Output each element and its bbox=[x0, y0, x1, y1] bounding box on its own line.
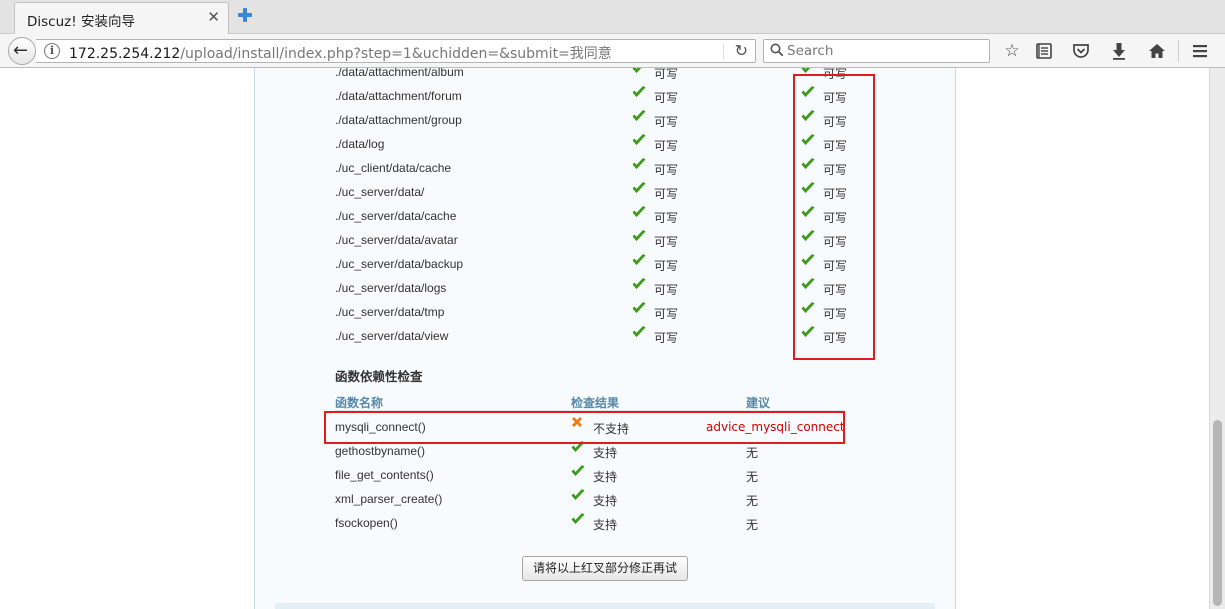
function-advice: 无 bbox=[746, 494, 759, 508]
function-advice: 无 bbox=[746, 470, 759, 484]
tab-strip: Discuz! 安装向导 ✕ bbox=[0, 0, 1225, 34]
dir-path: ./uc_client/data/cache bbox=[335, 161, 452, 175]
url-bar[interactable]: i 172.25.254.212/upload/install/index.ph… bbox=[36, 39, 756, 63]
pocket-icon[interactable] bbox=[1071, 41, 1091, 61]
check-icon bbox=[632, 254, 646, 266]
dir-current-state: 可写 bbox=[654, 91, 679, 105]
info-icon[interactable]: i bbox=[44, 43, 60, 59]
url-path: /upload/install/index.php?step=1&uchidde… bbox=[180, 46, 612, 62]
url-host: 172.25.254.212 bbox=[69, 46, 181, 62]
menu-icon[interactable] bbox=[1190, 41, 1210, 61]
check-icon bbox=[632, 86, 646, 98]
dir-path: ./uc_server/data/backup bbox=[335, 257, 464, 271]
check-icon bbox=[571, 489, 585, 501]
dir-path: ./data/attachment/forum bbox=[335, 89, 462, 103]
check-icon bbox=[632, 326, 646, 338]
reading-list-icon[interactable] bbox=[1034, 41, 1054, 61]
dir-current-state: 可写 bbox=[654, 283, 679, 297]
vertical-scrollbar[interactable] bbox=[1209, 68, 1225, 609]
dir-current-state: 可写 bbox=[654, 68, 679, 81]
new-tab-icon[interactable] bbox=[236, 6, 254, 24]
function-name: gethostbyname() bbox=[335, 444, 426, 458]
retry-button[interactable]: 请将以上红叉部分修正再试 bbox=[522, 556, 688, 581]
function-result: 支持 bbox=[593, 470, 618, 484]
function-row: file_get_contents() 支持 无 bbox=[255, 463, 955, 487]
bookmark-star-icon[interactable]: ☆ bbox=[1002, 41, 1022, 61]
scrollbar-thumb[interactable] bbox=[1213, 420, 1222, 606]
back-arrow-icon: ← bbox=[13, 40, 29, 61]
function-row: fsockopen() 支持 无 bbox=[255, 511, 955, 535]
home-icon[interactable] bbox=[1147, 41, 1167, 61]
check-icon bbox=[632, 302, 646, 314]
dir-path: ./uc_server/data/cache bbox=[335, 209, 457, 223]
failed-row-highlight bbox=[324, 411, 845, 444]
check-icon bbox=[632, 182, 646, 194]
function-name: fsockopen() bbox=[335, 516, 398, 530]
function-advice: 无 bbox=[746, 446, 759, 460]
tab-close-icon[interactable]: ✕ bbox=[207, 8, 220, 26]
dir-current-state: 可写 bbox=[654, 331, 679, 345]
tab-title: Discuz! 安装向导 bbox=[27, 14, 135, 30]
function-name: xml_parser_create() bbox=[335, 492, 443, 506]
header-function-name: 函数名称 bbox=[335, 396, 384, 410]
dir-current-state: 可写 bbox=[654, 259, 679, 273]
dir-path: ./uc_server/data/tmp bbox=[335, 305, 445, 319]
function-check-title: 函数依赖性检查 bbox=[335, 369, 423, 384]
navigation-bar: ← i 172.25.254.212/upload/install/index.… bbox=[0, 34, 1225, 68]
tab-discuz-install[interactable]: Discuz! 安装向导 ✕ bbox=[14, 2, 229, 34]
dir-path: ./uc_server/data/avatar bbox=[335, 233, 458, 247]
reload-icon[interactable]: ↻ bbox=[735, 41, 748, 60]
back-button[interactable]: ← bbox=[8, 37, 36, 65]
check-icon bbox=[632, 158, 646, 170]
toolbar-divider bbox=[1178, 40, 1179, 62]
dir-current-state: 可写 bbox=[654, 115, 679, 129]
browser-window: Discuz! 安装向导 ✕ ← i 172.25.254.212/upload… bbox=[0, 0, 1225, 609]
dir-path: ./data/attachment/group bbox=[335, 113, 462, 127]
function-row: xml_parser_create() 支持 无 bbox=[255, 487, 955, 511]
dir-current-state: 可写 bbox=[654, 187, 679, 201]
dir-current-state: 可写 bbox=[654, 211, 679, 225]
install-panel: ./data/attachment/album 可写 可写 ./data/attach… bbox=[254, 68, 956, 609]
dir-current-state: 可写 bbox=[654, 139, 679, 153]
download-icon[interactable] bbox=[1109, 41, 1129, 61]
function-result: 支持 bbox=[593, 518, 618, 532]
dir-path: ./uc_server/data/ bbox=[335, 185, 425, 199]
dir-current-state: 可写 bbox=[654, 307, 679, 321]
check-icon bbox=[571, 465, 585, 477]
function-result: 支持 bbox=[593, 494, 618, 508]
search-input[interactable] bbox=[787, 42, 982, 60]
check-icon bbox=[571, 513, 585, 525]
required-column-highlight bbox=[793, 74, 875, 360]
function-name: file_get_contents() bbox=[335, 468, 434, 482]
dir-path: ./data/attachment/album bbox=[335, 68, 464, 79]
page-content: ./data/attachment/album 可写 可写 ./data/attach… bbox=[0, 68, 1209, 609]
check-icon bbox=[632, 206, 646, 218]
dir-path: ./data/log bbox=[335, 137, 385, 151]
search-bar[interactable] bbox=[763, 39, 990, 63]
check-icon bbox=[632, 110, 646, 122]
search-icon bbox=[770, 43, 784, 57]
dir-path: ./uc_server/data/view bbox=[335, 329, 449, 343]
header-check-result: 检查结果 bbox=[571, 396, 620, 410]
check-icon bbox=[632, 230, 646, 242]
dir-path: ./uc_server/data/logs bbox=[335, 281, 447, 295]
header-advice: 建议 bbox=[746, 396, 771, 410]
dir-current-state: 可写 bbox=[654, 235, 679, 249]
url-text: 172.25.254.212/upload/install/index.php?… bbox=[69, 43, 612, 63]
url-divider bbox=[723, 43, 724, 60]
footer-bar bbox=[275, 603, 935, 609]
check-icon bbox=[632, 68, 646, 74]
function-result: 支持 bbox=[593, 446, 618, 460]
check-icon bbox=[632, 278, 646, 290]
dir-current-state: 可写 bbox=[654, 163, 679, 177]
function-advice: 无 bbox=[746, 518, 759, 532]
check-icon bbox=[632, 134, 646, 146]
